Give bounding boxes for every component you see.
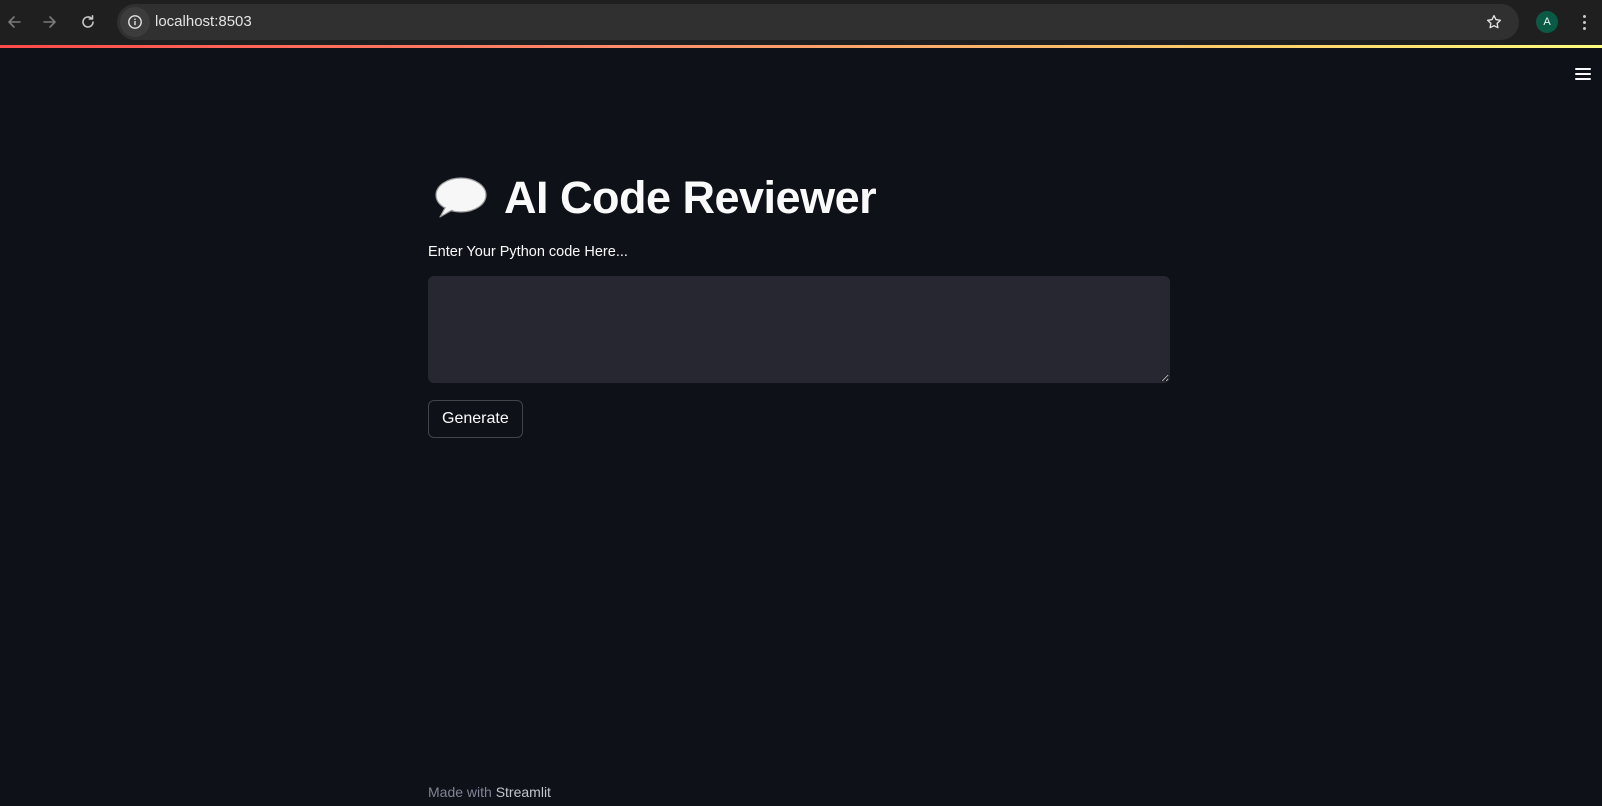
page-title: AI Code Reviewer — [504, 172, 877, 223]
arrow-right-icon — [43, 16, 56, 28]
star-icon — [1486, 14, 1502, 29]
speech-bubble-icon — [435, 177, 487, 218]
avatar[interactable]: A — [1536, 11, 1558, 33]
streamlit-link[interactable]: Streamlit — [496, 784, 551, 800]
hamburger-menu-icon — [1575, 68, 1591, 70]
code-input[interactable] — [428, 276, 1170, 383]
address-bar[interactable]: localhost:8503 — [117, 4, 1519, 40]
bookmark-button[interactable] — [1483, 11, 1505, 33]
kebab-menu-icon — [1582, 14, 1586, 18]
main-menu-button[interactable] — [1572, 64, 1594, 84]
header-decoration — [0, 45, 1602, 48]
info-icon — [128, 15, 142, 29]
browser-menu-button[interactable] — [1574, 10, 1594, 34]
title-row: AI Code Reviewer — [428, 160, 1170, 236]
browser-toolbar: localhost:8503 A — [0, 0, 1602, 45]
reload-icon — [82, 15, 94, 28]
url-text[interactable]: localhost:8503 — [155, 13, 252, 30]
reload-button[interactable] — [74, 8, 102, 36]
generate-button[interactable]: Generate — [428, 400, 523, 438]
forward-button[interactable] — [36, 8, 64, 36]
back-button[interactable] — [0, 8, 28, 36]
site-info-button[interactable] — [120, 7, 150, 37]
arrow-left-icon — [8, 16, 21, 28]
footer-prefix: Made with — [428, 784, 492, 800]
code-input-label: Enter Your Python code Here... — [428, 244, 628, 260]
main-content: AI Code Reviewer Enter Your Python code … — [428, 160, 1170, 438]
footer: Made with Streamlit — [428, 784, 551, 800]
